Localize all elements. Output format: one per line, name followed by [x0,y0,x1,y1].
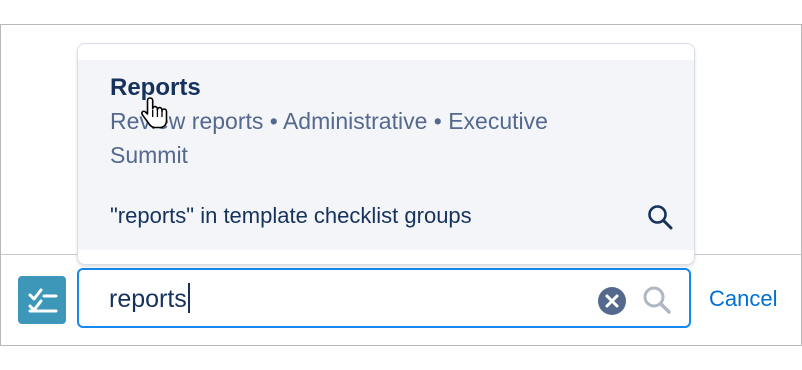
result-title: Reports [110,74,201,101]
clear-icon[interactable] [597,286,627,316]
checklist-button[interactable] [18,276,66,324]
result-item-reports[interactable]: Reports Review reports • Administrative … [110,72,670,172]
search-input-value: reports [109,282,190,316]
result-subtitle: Review reports • Administrative • Execut… [110,108,548,168]
search-results-dropdown: Reports Review reports • Administrative … [77,43,695,265]
search-icon[interactable] [641,284,673,316]
search-scope-option[interactable]: "reports" in template checklist groups [110,199,680,233]
search-input[interactable]: reports [77,268,691,328]
checklist-icon [28,288,58,313]
hand-cursor-icon [141,97,168,129]
search-input-text: reports [109,285,187,313]
cancel-button[interactable]: Cancel [709,284,777,314]
search-icon [648,205,673,230]
text-caret [187,283,190,313]
search-scope-label: "reports" in template checklist groups [110,203,472,228]
